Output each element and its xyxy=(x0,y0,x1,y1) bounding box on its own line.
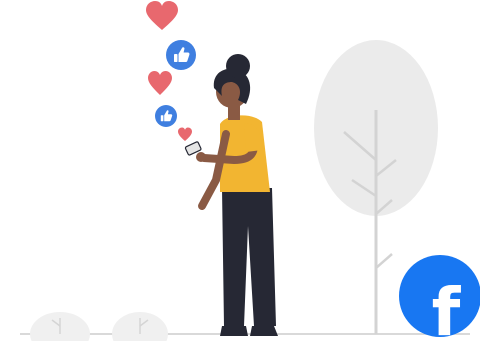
like-icon xyxy=(155,105,177,127)
shoe-right xyxy=(250,326,278,336)
pants xyxy=(222,188,276,326)
illustration-scene: f xyxy=(0,0,480,341)
woman-figure xyxy=(184,54,278,336)
like-icon xyxy=(166,40,196,70)
bush-middle xyxy=(112,312,168,341)
facebook-letter: f xyxy=(432,274,462,341)
illustration-canvas: f xyxy=(20,1,480,341)
heart-icon xyxy=(148,71,172,95)
facebook-icon: f xyxy=(399,255,480,341)
heart-icon xyxy=(178,127,192,141)
heart-icon xyxy=(146,1,178,30)
bush-left xyxy=(30,312,90,341)
hair-bun xyxy=(226,54,250,78)
shoe-left xyxy=(220,326,248,336)
